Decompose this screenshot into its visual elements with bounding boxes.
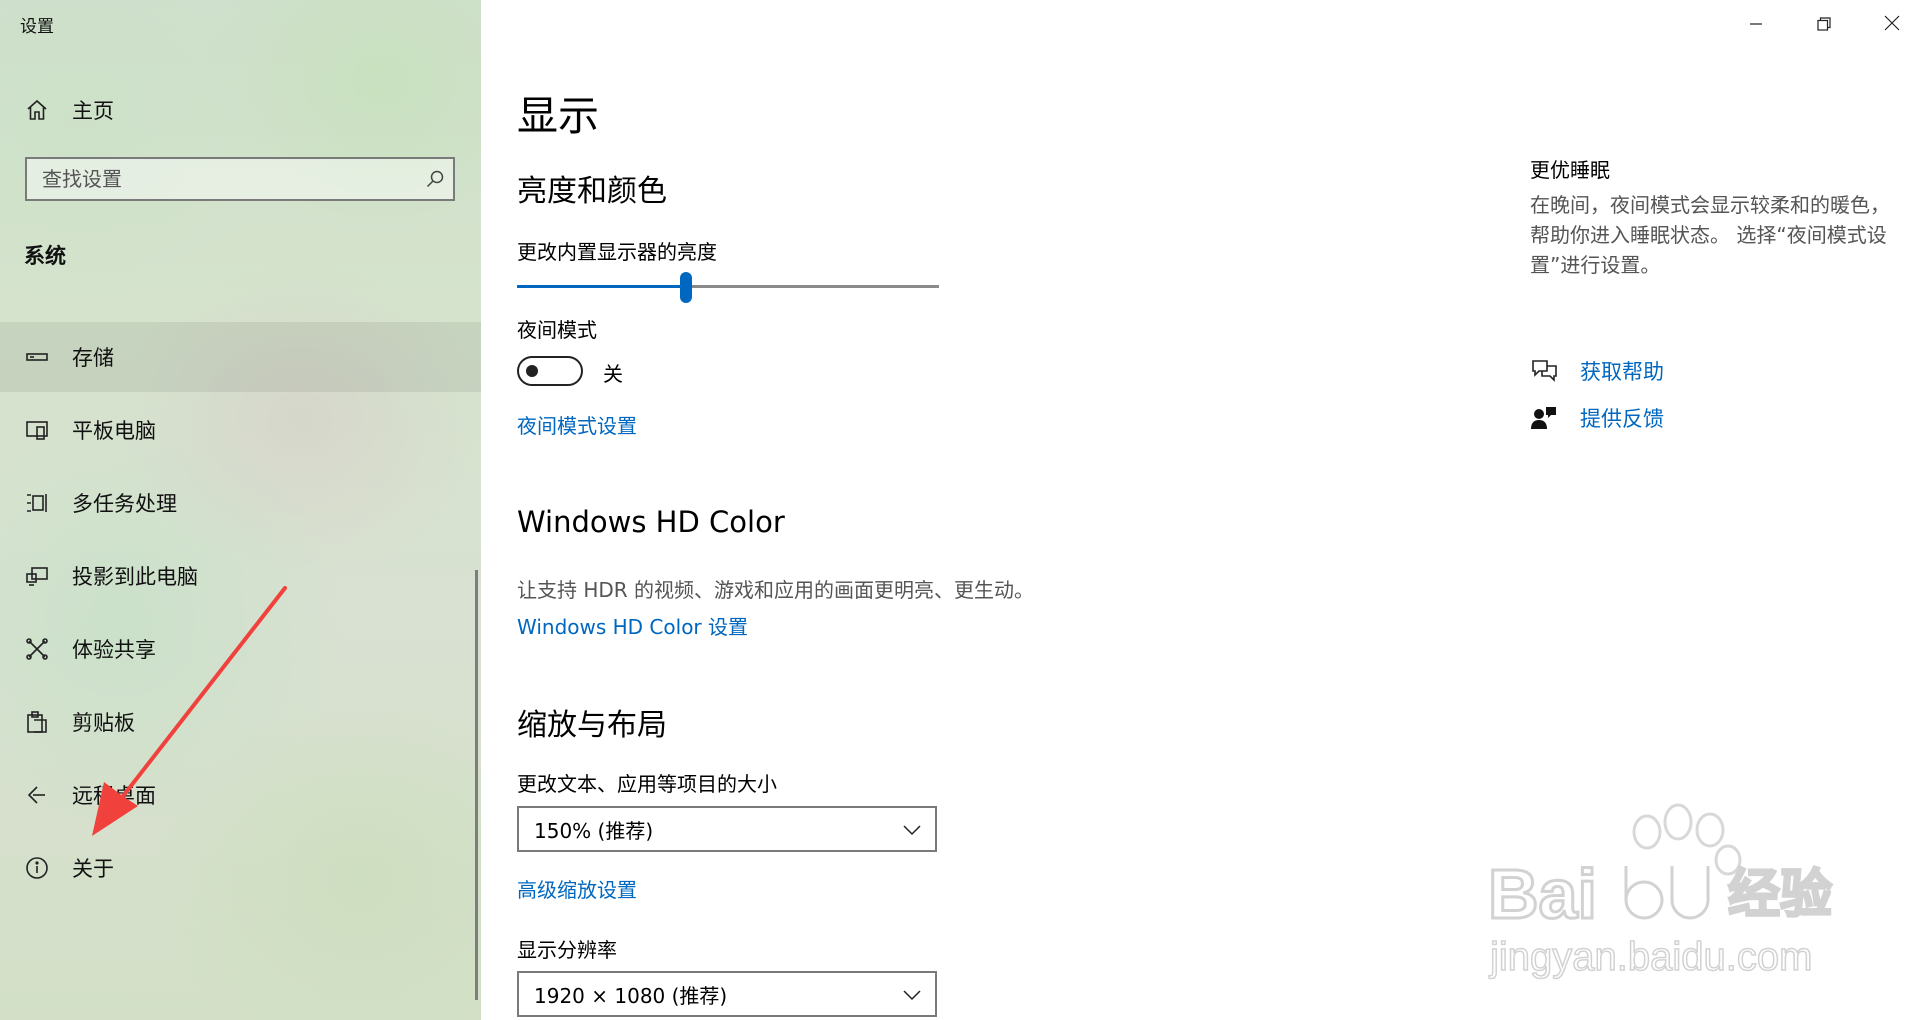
resolution-dropdown-value: 1920 × 1080 (推荐) — [534, 983, 728, 1008]
search-input[interactable] — [27, 166, 417, 192]
sidebar-item-project[interactable]: 投影到此电脑 — [0, 541, 481, 611]
tablet-icon — [24, 417, 50, 443]
night-mode-state: 关 — [603, 362, 623, 386]
scale-label: 更改文本、应用等项目的大小 — [517, 772, 777, 796]
feedback-link[interactable]: 提供反馈 — [1530, 403, 1664, 433]
advanced-scaling-link[interactable]: 高级缩放设置 — [517, 874, 637, 903]
sidebar-item-label: 存储 — [72, 346, 114, 370]
sidebar: 设置 主页 系统 存储 平板电脑 — [0, 0, 481, 1020]
sidebar-item-label: 体验共享 — [72, 638, 156, 662]
sidebar-scrollbar[interactable] — [475, 570, 478, 1000]
night-mode-label: 夜间模式 — [517, 318, 597, 342]
sidebar-item-tablet[interactable]: 平板电脑 — [0, 395, 481, 465]
night-mode-toggle[interactable] — [517, 356, 583, 386]
sidebar-item-clipboard[interactable]: 剪贴板 — [0, 687, 481, 757]
sidebar-item-remote-desktop[interactable]: 远程桌面 — [0, 760, 481, 830]
hdr-section-title: Windows HD Color — [517, 505, 785, 539]
sidebar-home-label: 主页 — [72, 99, 114, 123]
chevron-down-icon — [903, 982, 921, 1006]
night-mode-settings-link[interactable]: 夜间模式设置 — [517, 410, 637, 439]
multitasking-icon — [24, 490, 50, 516]
resolution-label: 显示分辨率 — [517, 938, 617, 962]
remote-desktop-icon — [24, 782, 50, 808]
side-panel-title: 更优睡眠 — [1530, 158, 1610, 182]
get-help-label: 获取帮助 — [1580, 360, 1664, 384]
brightness-slider-label: 更改内置显示器的亮度 — [517, 240, 717, 264]
shared-experiences-icon — [24, 636, 50, 662]
info-icon — [24, 855, 50, 881]
help-chat-icon — [1530, 357, 1558, 385]
chevron-down-icon — [903, 817, 921, 841]
scale-dropdown-value: 150% (推荐) — [534, 818, 654, 843]
page-title: 显示 — [517, 92, 599, 140]
get-help-link[interactable]: 获取帮助 — [1530, 356, 1664, 386]
search-box — [25, 157, 455, 201]
scale-section-title: 缩放与布局 — [517, 708, 667, 743]
sidebar-item-about[interactable]: 关于 — [0, 833, 481, 903]
sidebar-item-label: 多任务处理 — [72, 492, 177, 516]
sidebar-item-label: 平板电脑 — [72, 419, 156, 443]
sidebar-item-label: 关于 — [72, 857, 114, 881]
brightness-slider-fill — [517, 285, 686, 288]
storage-icon — [24, 344, 50, 370]
clipboard-icon — [24, 709, 50, 735]
side-panel-description: 在晚间，夜间模式会显示较柔和的暖色，帮助你进入睡眠状态。 选择“夜间模式设置”进… — [1530, 193, 1890, 277]
app-title: 设置 — [20, 17, 54, 37]
feedback-label: 提供反馈 — [1580, 407, 1664, 431]
brightness-slider-thumb[interactable] — [679, 272, 692, 303]
sidebar-item-multitasking[interactable]: 多任务处理 — [0, 468, 481, 538]
search-icon[interactable] — [417, 169, 453, 189]
feedback-person-icon — [1530, 404, 1558, 432]
sidebar-item-label: 远程桌面 — [72, 784, 156, 808]
sidebar-item-label: 剪贴板 — [72, 711, 135, 735]
sidebar-item-shared-experiences[interactable]: 体验共享 — [0, 614, 481, 684]
project-icon — [24, 563, 50, 589]
hdr-settings-link[interactable]: Windows HD Color 设置 — [517, 611, 748, 640]
resolution-dropdown[interactable]: 1920 × 1080 (推荐) — [517, 971, 937, 1017]
sidebar-home[interactable]: 主页 — [0, 75, 481, 145]
scale-dropdown[interactable]: 150% (推荐) — [517, 806, 937, 852]
home-icon — [24, 97, 50, 123]
sidebar-item-storage[interactable]: 存储 — [0, 322, 481, 392]
sidebar-item-label: 投影到此电脑 — [72, 565, 198, 589]
main-content: 显示 亮度和颜色 更改内置显示器的亮度 夜间模式 关 夜间模式设置 Window… — [481, 0, 1920, 1020]
hdr-description: 让支持 HDR 的视频、游戏和应用的画面更明亮、更生动。 — [517, 578, 1035, 602]
sidebar-section-title: 系统 — [24, 244, 66, 268]
brightness-section-title: 亮度和颜色 — [517, 174, 667, 209]
toggle-knob — [526, 365, 538, 377]
